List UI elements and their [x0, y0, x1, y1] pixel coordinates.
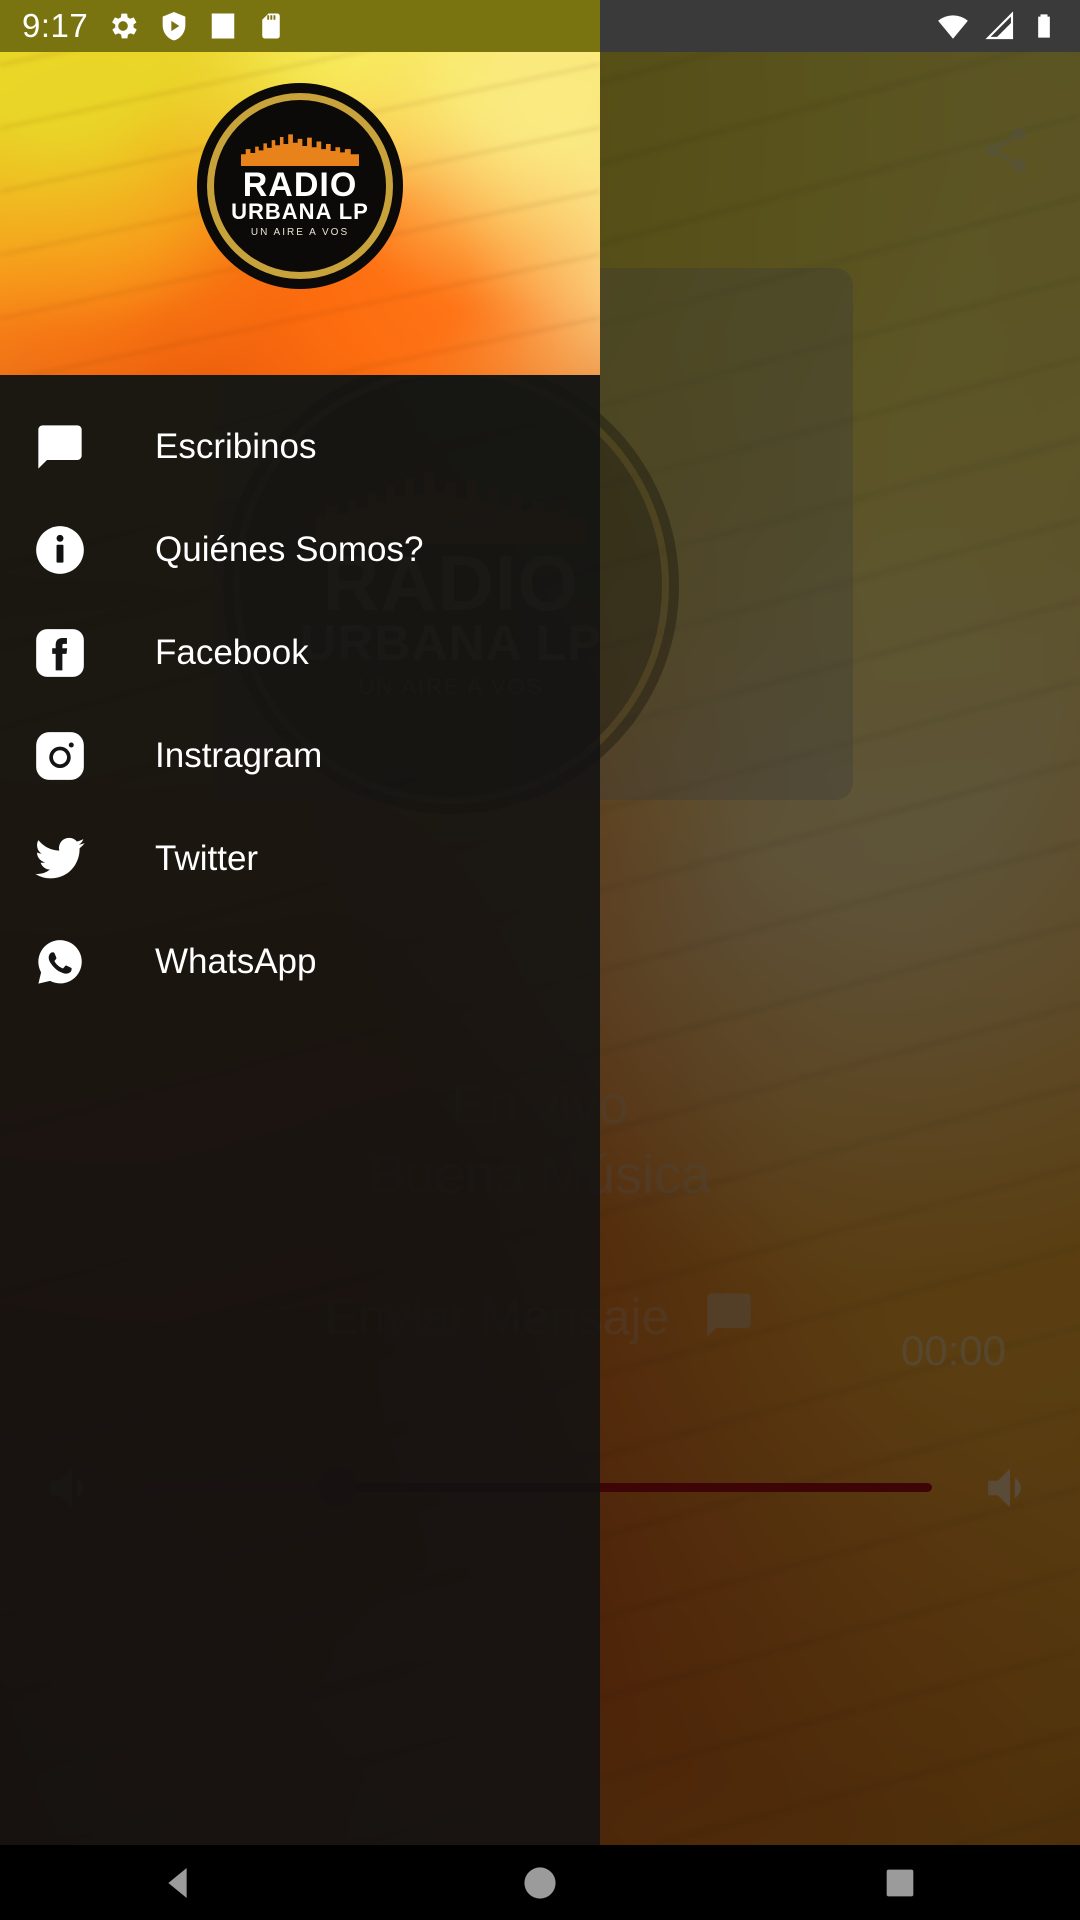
instagram-icon — [31, 727, 89, 785]
sidebar-item-quienes-somos[interactable]: Quiénes Somos? — [0, 498, 600, 601]
sidebar-item-label: Twitter — [155, 838, 259, 878]
back-triangle-icon[interactable] — [120, 1845, 240, 1920]
gear-icon — [106, 9, 140, 43]
sidebar-item-facebook[interactable]: Facebook — [0, 601, 600, 704]
status-bar-right-group — [936, 0, 1058, 52]
home-circle-icon[interactable] — [480, 1845, 600, 1920]
status-bar: 9:17 — [0, 0, 1080, 52]
drawer-logo-line1: RADIO — [242, 166, 358, 205]
play-protect-shield-icon — [158, 10, 190, 42]
drawer-menu-list: Escribinos Quiénes Somos? Facebook Instr… — [0, 375, 600, 1013]
sidebar-item-label: Quiénes Somos? — [155, 529, 424, 569]
sidebar-item-label: Instragram — [155, 735, 323, 775]
sidebar-item-instagram[interactable]: Instragram — [0, 704, 600, 807]
info-icon — [31, 521, 89, 579]
drawer-header: RADIO URBANA LP UN AIRE A VOS — [0, 0, 600, 375]
sidebar-item-label: Escribinos — [155, 426, 317, 466]
sidebar-item-whatsapp[interactable]: WhatsApp — [0, 910, 600, 1013]
status-bar-left-group: 9:17 — [0, 0, 286, 52]
sidebar-item-escribinos[interactable]: Escribinos — [0, 395, 600, 498]
chat-bubble-icon — [31, 418, 89, 476]
sidebar-item-twitter[interactable]: Twitter — [0, 807, 600, 910]
status-bar-clock: 9:17 — [22, 7, 89, 44]
sidebar-item-label: WhatsApp — [155, 941, 317, 981]
drawer-station-logo: RADIO URBANA LP UN AIRE A VOS — [207, 93, 393, 279]
sd-card-icon — [256, 11, 286, 41]
drawer-logo-line2: URBANA LP — [231, 198, 369, 224]
wifi-icon — [936, 9, 970, 43]
facebook-icon — [31, 624, 89, 682]
recents-square-icon[interactable] — [840, 1845, 960, 1920]
drawer-logo-tagline: UN AIRE A VOS — [250, 226, 350, 238]
system-navigation-bar — [0, 1845, 1080, 1920]
twitter-icon — [31, 830, 89, 888]
whatsapp-icon — [31, 933, 89, 991]
battery-icon — [1030, 12, 1058, 40]
cell-signal-icon — [984, 10, 1016, 42]
sidebar-item-label: Facebook — [155, 632, 309, 672]
square-icon — [208, 11, 238, 41]
navigation-drawer: RADIO URBANA LP UN AIRE A VOS Escribinos — [0, 0, 600, 1845]
